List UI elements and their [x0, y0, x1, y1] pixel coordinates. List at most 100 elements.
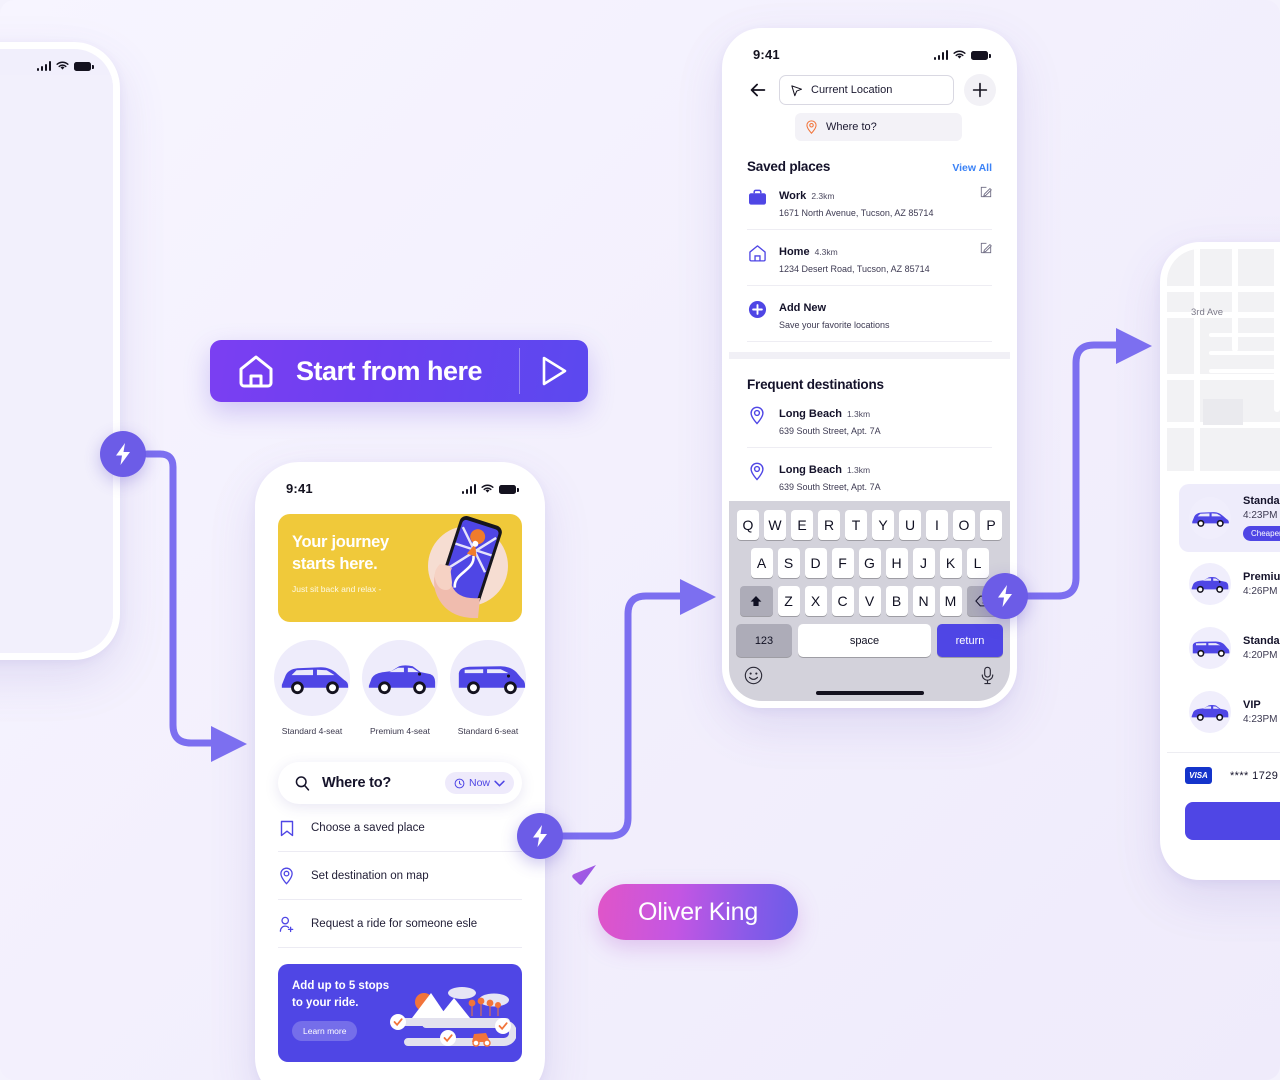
view-all-link[interactable]: View All: [952, 162, 992, 174]
option-set-destination-on-map[interactable]: Set destination on map: [278, 852, 522, 900]
ride-option-row[interactable]: Premium 4:26PM -: [1179, 552, 1280, 616]
option-choose-saved-place[interactable]: Choose a saved place: [278, 804, 522, 852]
signal-icon: [36, 61, 51, 71]
collaborator-cursor-label: Oliver King: [598, 884, 798, 940]
place-address: 639 South Street, Apt. 7A: [779, 426, 881, 436]
saved-places-title: Saved places: [747, 159, 831, 174]
add-stop-button[interactable]: [964, 74, 996, 106]
collab-bolt-badge[interactable]: [517, 813, 563, 859]
place-address: 639 South Street, Apt. 7A: [779, 482, 881, 492]
car-type-option[interactable]: Standard 4-seat: [268, 640, 356, 736]
connector-path-2: [559, 592, 686, 840]
keyboard-key-b[interactable]: B: [885, 586, 908, 616]
keyboard-key-x[interactable]: X: [804, 586, 827, 616]
phone-mockup-left: e journey.: [0, 42, 120, 660]
status-bar-center: 9:41: [729, 35, 1010, 66]
collab-bolt-badge[interactable]: [100, 431, 146, 477]
place-address: Save your favorite locations: [779, 320, 890, 330]
saved-place-row[interactable]: Home 4.3km 1234 Desert Road, Tucson, AZ 8…: [747, 230, 992, 286]
keyboard-key-w[interactable]: W: [764, 510, 786, 540]
keyboard-key-m[interactable]: M: [939, 586, 962, 616]
keyboard-key-g[interactable]: G: [858, 548, 881, 578]
saved-place-text: Home 4.3km 1234 Desert Road, Tucson, AZ 8…: [779, 242, 930, 274]
place-name: Work: [779, 190, 807, 202]
destination-input[interactable]: Where to?: [795, 113, 962, 141]
promo-card-stops[interactable]: Add up to 5 stops to your ride. Learn mo…: [278, 964, 522, 1062]
keyboard-key-q[interactable]: Q: [737, 510, 759, 540]
keyboard-key-h[interactable]: H: [885, 548, 908, 578]
start-from-here-button[interactable]: Start from here: [210, 340, 588, 402]
place-distance: 2.3km: [811, 191, 835, 201]
edit-pencil-icon[interactable]: [980, 242, 992, 254]
keyboard-key-s[interactable]: S: [777, 548, 800, 578]
keyboard-key-n[interactable]: N: [912, 586, 935, 616]
payment-section[interactable]: VISA **** 1729: [1167, 752, 1280, 784]
plus-icon: [972, 82, 988, 98]
status-icons: [36, 61, 94, 71]
cta-play-button[interactable]: [520, 355, 588, 387]
battery-icon: [971, 50, 991, 60]
add-new-text: Add New Save your favorite locations: [779, 298, 890, 330]
frequent-destinations-title: Frequent destinations: [747, 377, 884, 392]
keyboard-key-a[interactable]: A: [750, 548, 773, 578]
option-request-ride-for-someone[interactable]: Request a ride for someone esle: [278, 900, 522, 948]
book-button[interactable]: Book: [1185, 802, 1280, 840]
keyboard-key-v[interactable]: V: [858, 586, 881, 616]
ride-option-row[interactable]: VIP 4:23PM -: [1179, 680, 1280, 744]
saved-place-text: Work 2.3km 1671 North Avenue, Tucson, AZ …: [779, 186, 933, 218]
car-type-option[interactable]: Standard 6-seat: [444, 640, 532, 736]
keyboard-key-c[interactable]: C: [831, 586, 854, 616]
map-view[interactable]: 3rd Ave: [1167, 249, 1280, 471]
frequent-destination-row[interactable]: Long Beach 1.3km 639 South Street, Apt. 7…: [747, 448, 992, 504]
keyboard-key-e[interactable]: E: [791, 510, 813, 540]
keyboard-key-o[interactable]: O: [953, 510, 975, 540]
microphone-icon[interactable]: [980, 666, 995, 685]
where-to-search-bar[interactable]: Where to? Now: [278, 762, 522, 804]
ride-eta: 4:23PM -: [1243, 714, 1280, 725]
emoji-smiley-icon[interactable]: [744, 666, 763, 685]
keyboard-key-z[interactable]: Z: [777, 586, 800, 616]
frequent-destination-row[interactable]: Long Beach 1.3km 639 South Street, Apt. 7…: [747, 392, 992, 448]
shift-key[interactable]: [739, 586, 773, 616]
briefcase-icon: [747, 187, 767, 207]
ride-option-row[interactable]: Standard 4:20PM -: [1179, 616, 1280, 680]
status-icons: [933, 49, 991, 60]
space-key[interactable]: space: [798, 624, 931, 657]
status-icons: [461, 483, 519, 494]
keyboard-key-l[interactable]: L: [966, 548, 989, 578]
cta-label: Start from here: [296, 355, 483, 386]
wifi-icon: [56, 61, 69, 70]
keyboard-key-u[interactable]: U: [899, 510, 921, 540]
connector-arrowhead-2: [680, 579, 716, 615]
keyboard-key-r[interactable]: R: [818, 510, 840, 540]
keyboard-key-y[interactable]: Y: [872, 510, 894, 540]
ride-option-row[interactable]: Standard 4:23PM - Cheaper: [1179, 484, 1280, 552]
schedule-now-pill[interactable]: Now: [444, 772, 514, 794]
map-pin-icon: [278, 867, 295, 885]
place-name: Add New: [779, 302, 827, 314]
hatchback-car-icon: [1192, 512, 1229, 527]
status-badge: Cheaper: [1243, 526, 1280, 541]
phone-right-screen: 3rd Ave Standard 4:23PM - Cheaper: [1167, 249, 1280, 873]
learn-more-button[interactable]: Learn more: [292, 1021, 358, 1042]
keyboard-key-i[interactable]: I: [926, 510, 948, 540]
keyboard-key-d[interactable]: D: [804, 548, 827, 578]
keyboard-key-p[interactable]: P: [980, 510, 1002, 540]
keyboard-key-j[interactable]: J: [912, 548, 935, 578]
add-new-place-row[interactable]: Add New Save your favorite locations: [747, 286, 992, 342]
keyboard-key-k[interactable]: K: [939, 548, 962, 578]
keyboard-key-t[interactable]: T: [845, 510, 867, 540]
home-icon: [239, 355, 273, 388]
place-distance: 1.3km: [846, 409, 871, 419]
return-key[interactable]: return: [937, 624, 1003, 657]
hand-phone-illustration: [428, 515, 508, 619]
arrow-left-icon[interactable]: [747, 79, 769, 101]
collab-bolt-badge[interactable]: [982, 573, 1028, 619]
promo-banner-journey[interactable]: Your journey starts here. Just sit back …: [278, 514, 522, 622]
numeric-key[interactable]: 123: [736, 624, 792, 657]
edit-pencil-icon[interactable]: [980, 186, 992, 198]
keyboard-key-f[interactable]: F: [831, 548, 854, 578]
saved-place-row[interactable]: Work 2.3km 1671 North Avenue, Tucson, AZ …: [747, 174, 992, 230]
car-type-option[interactable]: Premium 4-seat: [356, 640, 444, 736]
origin-input[interactable]: Current Location: [779, 75, 954, 105]
